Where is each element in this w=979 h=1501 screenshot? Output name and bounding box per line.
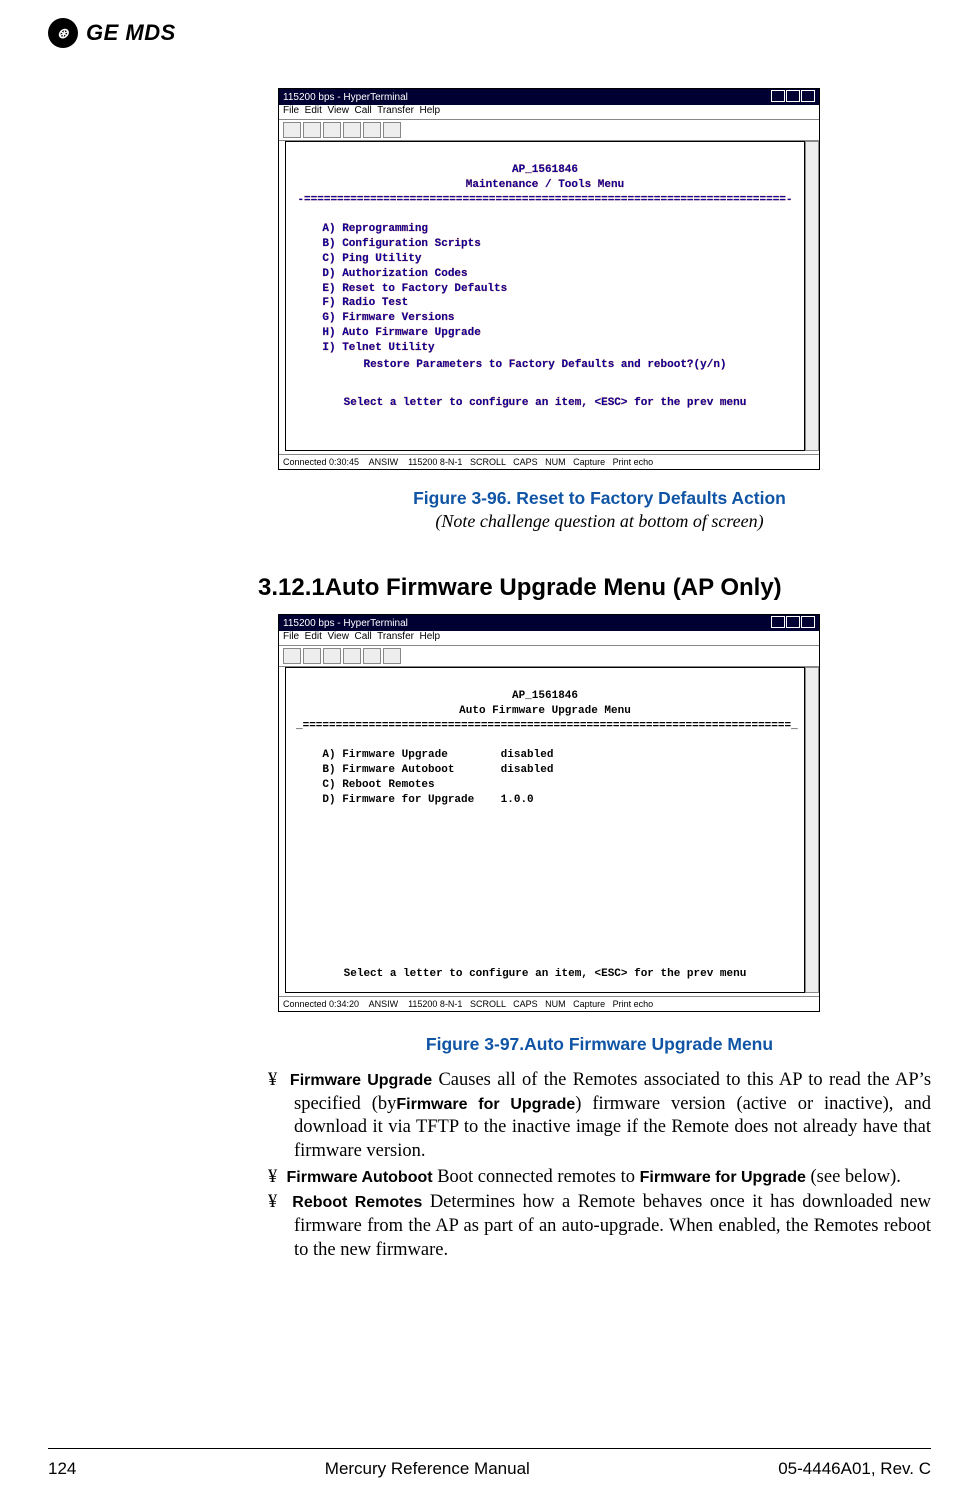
terminal-body: AP_1561846Maintenance / Tools Menu-=====… [285,141,805,451]
window-statusbar: Connected 0:34:20 ANSIW 115200 8-N-1 SCR… [279,996,819,1011]
window-statusbar: Connected 0:30:45 ANSIW 115200 8-N-1 SCR… [279,454,819,469]
menu-item-c: C) Reboot Remotes [322,779,434,791]
window-buttons [770,90,815,105]
bullet-label: Firmware Upgrade [290,1072,432,1089]
bullet-text: Boot connected remotes to [437,1167,639,1187]
terminal-window-1: 115200 bps - HyperTerminal File Edit Vie… [278,88,820,470]
menu-item-d: D) Firmware for Upgrade 1.0.0 [322,794,533,806]
term-header-1: AP_1561846 [296,163,794,178]
term-separator: -=======================================… [296,193,794,208]
scrollbar [805,667,819,993]
doc-revision: 05-4446A01, Rev. C [778,1459,931,1479]
bullet-firmware-autoboot: ¥ Firmware Autoboot Boot connected remot… [268,1166,931,1190]
figure-subcaption-1: (Note challenge question at bottom of sc… [268,511,931,532]
figure-caption-1: Figure 3-96. Reset to Factory Defaults A… [268,488,931,509]
menu-item-a: A) Reprogramming [322,223,428,235]
menu-item-b: B) Configuration Scripts [322,238,480,250]
bullet-label: Reboot Remotes [292,1194,422,1211]
menu-item-e: E) Reset to Factory Defaults [322,283,507,295]
window-menubar: File Edit View Call Transfer Help [279,631,819,646]
page-number: 124 [48,1459,76,1479]
window-titlebar: 115200 bps - HyperTerminal [279,89,819,105]
window-title: 115200 bps - HyperTerminal [283,618,408,629]
bullet-marker: ¥ [268,1070,277,1090]
term-header-1: AP_1561846 [296,689,794,704]
bullet-marker: ¥ [268,1192,277,1212]
brand-header: ⊛ GE MDS [48,18,931,48]
menu-item-f: F) Radio Test [322,297,408,309]
nav-hint: Select a letter to configure an item, <E… [296,396,794,411]
window-menubar: File Edit View Call Transfer Help [279,105,819,120]
nav-hint: Select a letter to configure an item, <E… [296,967,794,982]
menu-item-c: C) Ping Utility [322,253,421,265]
terminal-window-2: 115200 bps - HyperTerminal File Edit Vie… [278,614,820,1012]
window-buttons [770,616,815,631]
term-header-2: Maintenance / Tools Menu [296,178,794,193]
inline-label: Firmware for Upgrade [640,1169,806,1186]
window-titlebar: 115200 bps - HyperTerminal [279,615,819,631]
terminal-body: AP_1561846Auto Firmware Upgrade Menu_===… [285,667,805,993]
bullet-label: Firmware Autoboot [287,1169,433,1186]
bullet-text: (see below). [806,1167,901,1187]
bullet-firmware-upgrade: ¥ Firmware Upgrade Causes all of the Rem… [268,1069,931,1164]
scrollbar [805,141,819,451]
inline-label: Firmware for Upgrade [396,1096,575,1113]
brand-text: GE MDS [86,20,176,46]
menu-item-b: B) Firmware Autoboot disabled [322,764,553,776]
doc-title: Mercury Reference Manual [325,1459,530,1479]
bullet-reboot-remotes: ¥ Reboot Remotes Determines how a Remote… [268,1191,931,1262]
window-toolbar [279,646,819,667]
confirm-prompt: Restore Parameters to Factory Defaults a… [296,358,794,373]
menu-item-d: D) Authorization Codes [322,268,467,280]
bullet-marker: ¥ [268,1167,277,1187]
figure-caption-2: Figure 3-97.Auto Firmware Upgrade Menu [268,1034,931,1055]
window-toolbar [279,120,819,141]
bullet-list: ¥ Firmware Upgrade Causes all of the Rem… [268,1069,931,1262]
ge-logo-icon: ⊛ [48,18,78,48]
window-title: 115200 bps - HyperTerminal [283,92,408,103]
menu-item-h: H) Auto Firmware Upgrade [322,327,480,339]
page-footer: 124 Mercury Reference Manual 05-4446A01,… [48,1448,931,1479]
menu-item-i: I) Telnet Utility [322,342,434,354]
term-header-2: Auto Firmware Upgrade Menu [296,704,794,719]
menu-item-a: A) Firmware Upgrade disabled [322,749,553,761]
menu-item-g: G) Firmware Versions [322,312,454,324]
term-separator: _=======================================… [296,719,794,734]
section-heading: 3.12.1Auto Firmware Upgrade Menu (AP Onl… [258,574,931,602]
